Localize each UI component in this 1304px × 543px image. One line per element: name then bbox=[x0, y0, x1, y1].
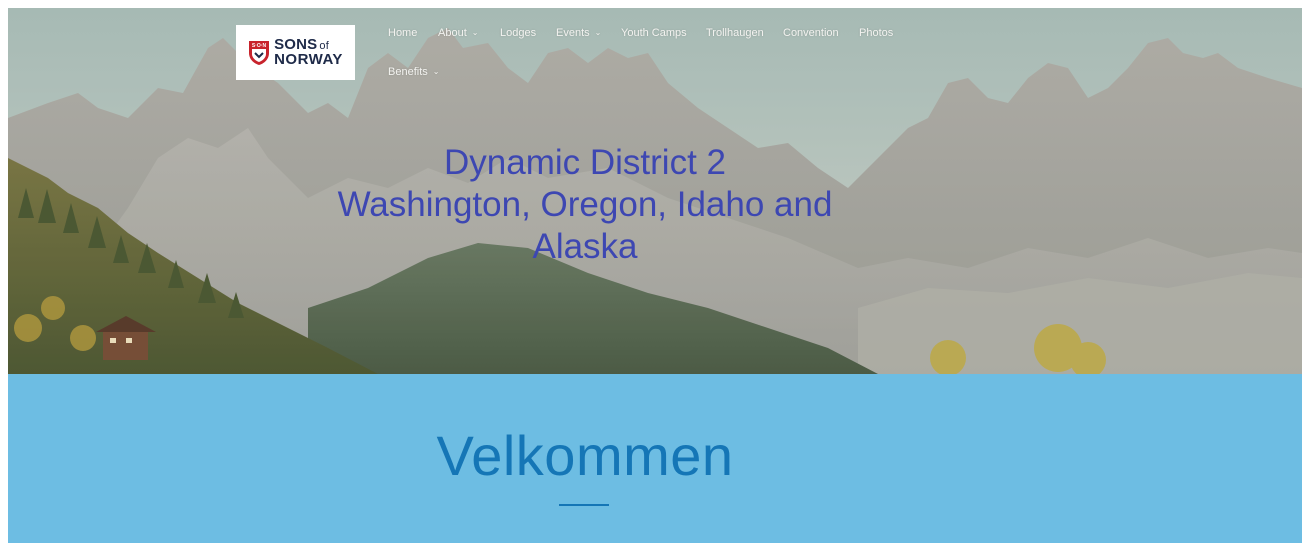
heading-divider bbox=[559, 504, 609, 506]
nav-item-trollhaugen[interactable]: Trollhaugen bbox=[706, 27, 764, 39]
hero-banner: S·O·N SONS of NORWAY Home About ⌄ Lodges E… bbox=[8, 8, 1302, 374]
nav-item-convention[interactable]: Convention bbox=[783, 27, 839, 39]
nav-label-photos: Photos bbox=[859, 27, 894, 39]
nav-label-about: About bbox=[438, 27, 467, 39]
nav-item-about[interactable]: About ⌄ bbox=[438, 27, 478, 39]
main-navigation: Home About ⌄ Lodges Events ⌄ Youth Camps T… bbox=[8, 8, 1302, 88]
page: S·O·N SONS of NORWAY Home About ⌄ Lodges E… bbox=[8, 8, 1302, 543]
nav-label-youth-camps: Youth Camps bbox=[621, 27, 687, 39]
hero-title: Dynamic District 2 Washington, Oregon, I… bbox=[270, 142, 900, 268]
hero-title-line-1: Dynamic District 2 bbox=[444, 143, 726, 182]
chevron-down-icon: ⌄ bbox=[432, 67, 440, 76]
nav-label-convention: Convention bbox=[783, 27, 839, 39]
hero-title-line-2: Washington, Oregon, Idaho and bbox=[337, 185, 833, 224]
welcome-section: Velkommen bbox=[8, 374, 1302, 543]
chevron-down-icon: ⌄ bbox=[471, 28, 479, 37]
nav-item-home[interactable]: Home bbox=[388, 27, 417, 39]
nav-item-benefits[interactable]: Benefits ⌄ bbox=[388, 66, 439, 78]
chevron-down-icon: ⌄ bbox=[594, 28, 602, 37]
nav-label-lodges: Lodges bbox=[500, 27, 537, 39]
nav-item-events[interactable]: Events ⌄ bbox=[556, 27, 601, 39]
nav-label-trollhaugen: Trollhaugen bbox=[706, 27, 764, 39]
nav-label-benefits: Benefits bbox=[388, 66, 428, 78]
nav-item-youth-camps[interactable]: Youth Camps bbox=[621, 27, 687, 39]
nav-label-events: Events bbox=[556, 27, 590, 39]
nav-item-lodges[interactable]: Lodges bbox=[500, 27, 536, 39]
nav-label-home: Home bbox=[388, 27, 418, 39]
welcome-heading: Velkommen bbox=[436, 424, 734, 487]
nav-item-photos[interactable]: Photos bbox=[859, 27, 893, 39]
hero-title-line-3: Alaska bbox=[532, 227, 638, 266]
